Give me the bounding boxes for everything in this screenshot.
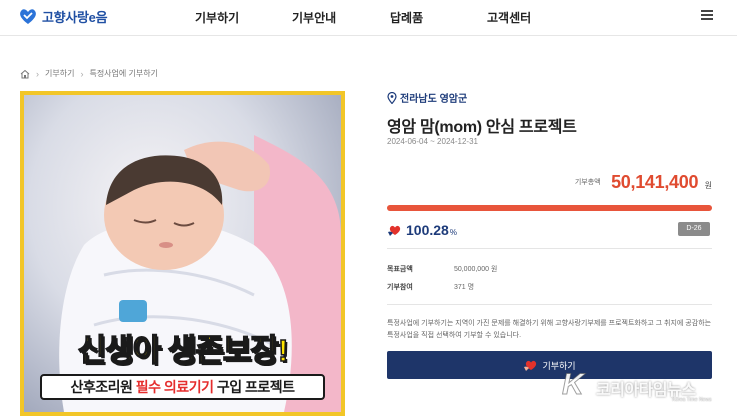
project-image-frame: 신생아 생존보장! 산후조리원 필수 의료기기 구입 프로젝트 xyxy=(20,91,345,416)
nav-donate[interactable]: 기부하기 xyxy=(195,9,239,26)
divider xyxy=(387,304,712,305)
donation-total-unit: 원 xyxy=(704,181,712,190)
image-sub-highlight: 필수 의료기기 xyxy=(135,379,214,395)
goal-amount-row: 목표금액 50,000,000 원 xyxy=(387,264,497,274)
region-text: 전라남도 영암군 xyxy=(400,94,468,105)
image-headline: 신생아 생존보장! xyxy=(77,332,289,369)
divider xyxy=(387,248,712,249)
dday-badge: D-26 xyxy=(678,222,710,236)
achievement-rate-unit: % xyxy=(449,227,457,237)
breadcrumb: › 기부하기 › 특정사업에 기부하기 xyxy=(20,68,158,79)
progress-bar xyxy=(387,205,712,211)
nav-gifts[interactable]: 답례품 xyxy=(390,9,423,26)
achievement-rate: 100.28 % xyxy=(387,222,457,238)
news-watermark: K 코리아타임뉴스 Korea Time News xyxy=(560,366,737,420)
goal-amount-value: 50,000,000 원 xyxy=(453,266,498,273)
heart-logo-icon xyxy=(20,9,36,24)
region-label: 전라남도 영암군 xyxy=(387,90,467,105)
project-title: 영암 맘(mom) 안심 프로젝트 xyxy=(387,119,577,136)
hand-heart-icon xyxy=(524,360,537,371)
breadcrumb-special-project[interactable]: 특정사업에 기부하기 xyxy=(89,68,157,79)
project-period: 2024-06-04 ~ 2024-12-31 xyxy=(387,137,478,146)
hamburger-menu-icon[interactable] xyxy=(701,10,713,20)
watermark-subtext: Korea Time News xyxy=(672,397,712,403)
hand-heart-icon xyxy=(388,225,401,236)
watermark-k-logo-icon: K xyxy=(562,368,585,402)
project-description: 특정사업에 기부하기는 지역이 가진 문제를 해결하기 위해 고향사랑기부제를 … xyxy=(387,320,712,339)
site-header: 고향사랑e음 기부하기 기부안내 답례품 고객센터 xyxy=(0,0,737,36)
participants-label: 기부참여 xyxy=(387,284,413,291)
logo-text: 고향사랑e음 xyxy=(42,9,108,25)
nav-guide[interactable]: 기부안내 xyxy=(292,9,336,26)
progress-fill xyxy=(387,205,712,211)
achievement-rate-value: 100.28 xyxy=(406,222,449,238)
breadcrumb-separator: › xyxy=(36,68,39,79)
image-sub-prefix: 산후조리원 xyxy=(70,379,136,395)
donation-total-label: 기부총액 xyxy=(574,179,601,186)
site-logo[interactable]: 고향사랑e음 xyxy=(18,6,108,26)
image-sub-suffix: 구입 프로젝트 xyxy=(213,379,295,395)
image-subtitle-bar: 산후조리원 필수 의료기기 구입 프로젝트 xyxy=(40,374,325,400)
goal-amount-label: 목표금액 xyxy=(387,266,413,273)
participants-value: 371 명 xyxy=(453,284,475,291)
donation-total: 기부총액 50,141,400 원 xyxy=(387,172,712,193)
breadcrumb-separator: › xyxy=(80,68,84,79)
breadcrumb-donate[interactable]: 기부하기 xyxy=(45,68,74,79)
home-icon[interactable] xyxy=(20,69,30,79)
project-image: 신생아 생존보장! 산후조리원 필수 의료기기 구입 프로젝트 xyxy=(24,95,341,412)
location-pin-icon xyxy=(387,91,397,104)
donation-total-value: 50,141,400 xyxy=(611,172,699,192)
participants-row: 기부참여 371 명 xyxy=(387,282,474,292)
nav-support[interactable]: 고객센터 xyxy=(487,9,531,26)
